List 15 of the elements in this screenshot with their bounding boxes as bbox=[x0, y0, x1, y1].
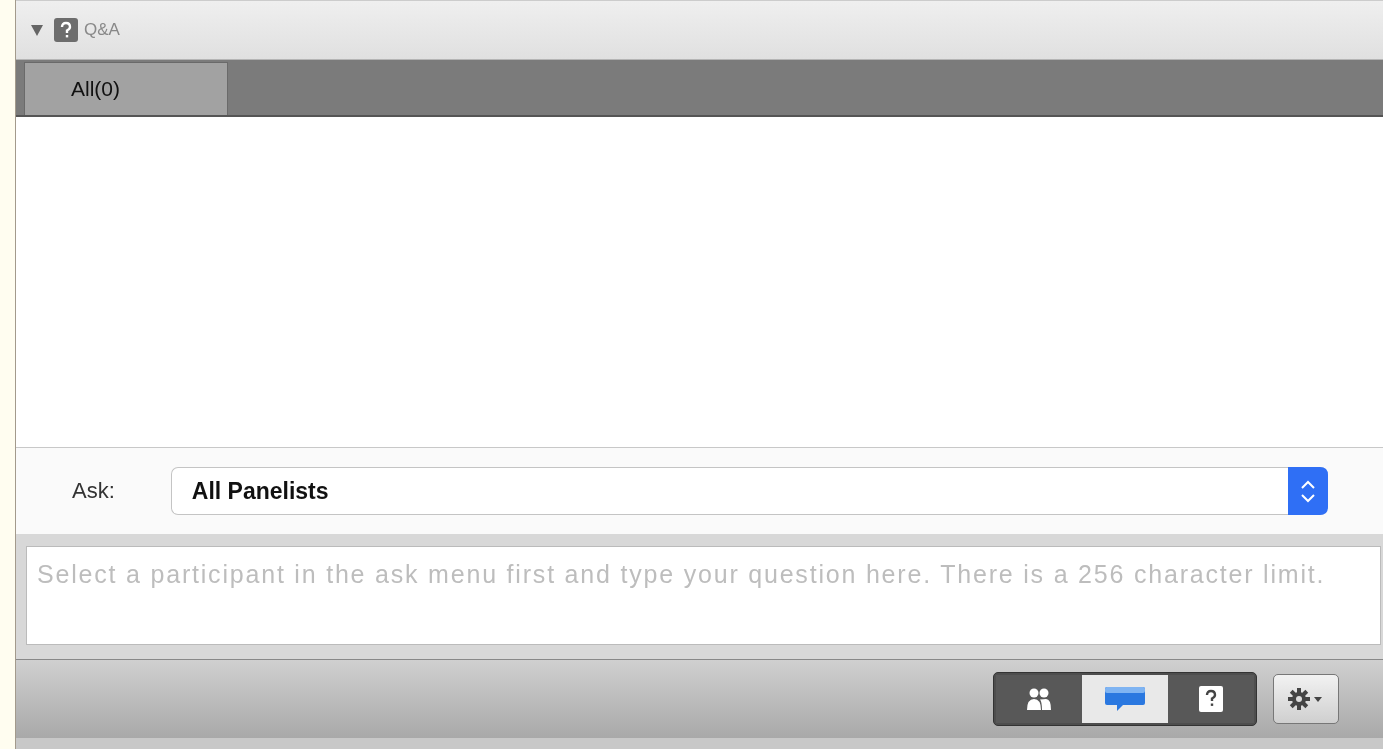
question-mark-icon bbox=[54, 18, 78, 42]
recipient-dropdown[interactable]: All Panelists bbox=[170, 467, 1327, 515]
ask-label: Ask: bbox=[72, 478, 115, 504]
participants-icon bbox=[1025, 686, 1053, 712]
stepper-icon bbox=[1288, 467, 1328, 515]
question-mark-icon bbox=[1198, 685, 1224, 713]
qa-view-button[interactable] bbox=[1168, 675, 1254, 723]
question-field[interactable]: Select a participant in the ask menu first and type your question here. There is a 256 character limit. bbox=[26, 546, 1381, 645]
tab[interactable]: All(0) bbox=[24, 62, 228, 115]
chat-view-button[interactable] bbox=[1082, 675, 1168, 723]
collapse-triangle-icon[interactable] bbox=[30, 23, 44, 37]
panel-title: Q&A bbox=[84, 20, 120, 40]
settings-button[interactable] bbox=[1273, 674, 1339, 724]
chat-bubble-icon bbox=[1103, 685, 1147, 713]
participants-view-button[interactable] bbox=[996, 675, 1082, 723]
